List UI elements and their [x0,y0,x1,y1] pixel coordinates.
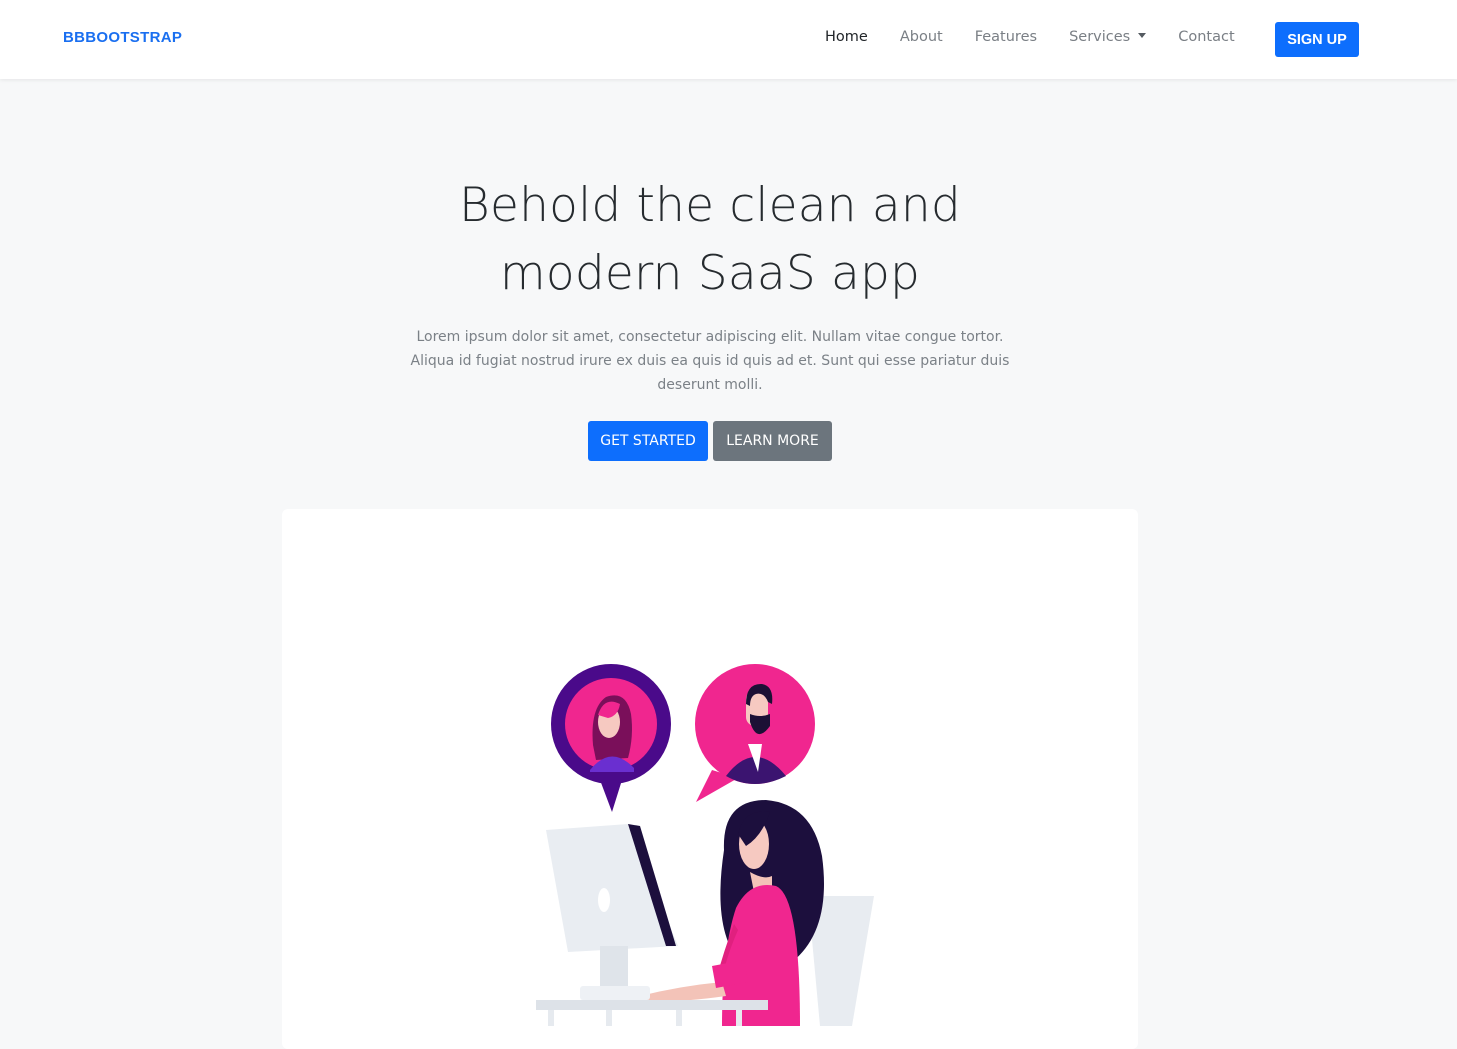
hero-title: Behold the clean and modern SaaS app [380,172,1040,308]
hero-title-line-1: Behold the clean and [459,178,961,233]
caret-down-icon [1138,32,1147,38]
nav-link-contact[interactable]: Contact [1178,27,1234,47]
hero-description-line-2: Aliqua id fugiat nostrud irure ex duis e… [410,353,1010,369]
top-navbar: BBBOOTSTRAP Home About Features Services… [0,0,1457,79]
desktop-computer [546,824,678,1000]
nav-link-home[interactable]: Home [825,27,868,47]
video-chat-illustration [536,664,874,1026]
nav-link-about[interactable]: About [900,27,943,47]
brand-logo[interactable]: BBBOOTSTRAP [63,29,182,46]
hero-title-line-2: modern SaaS app [499,246,921,301]
hero-description-line-3: deserunt molli. [657,377,763,393]
woman-avatar-bubble [551,664,671,812]
nav-menu: Home About Features Services Contact [825,27,1267,47]
man-avatar-bubble [695,664,815,802]
nav-link-services[interactable]: Services [1069,27,1147,47]
get-started-button[interactable]: GET STARTED [588,421,708,461]
learn-more-button[interactable]: LEARN MORE [713,421,832,461]
woman-at-desk [640,800,824,1026]
nav-link-features[interactable]: Features [975,27,1037,47]
hero-buttons: GET STARTED LEARN MORE [588,421,832,461]
sign-up-button[interactable]: SIGN UP [1275,22,1359,57]
hero-description: Lorem ipsum dolor sit amet, consectetur … [400,325,1020,397]
nav-link-services-label: Services [1069,29,1131,45]
hero-description-line-1: Lorem ipsum dolor sit amet, consectetur … [416,329,1004,345]
